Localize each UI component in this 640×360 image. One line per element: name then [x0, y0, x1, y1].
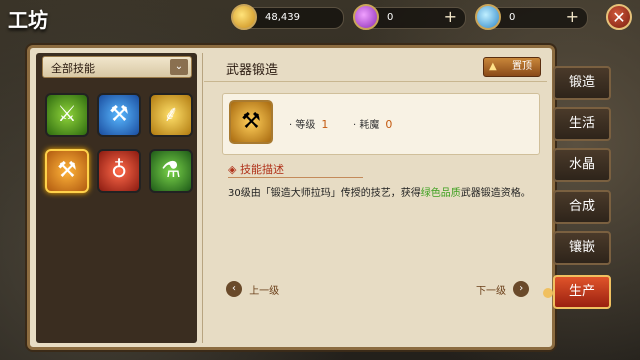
- level-label: 等级: [295, 120, 316, 131]
- gold-value: 48,439: [265, 12, 300, 23]
- skill-hammer[interactable]: ⚒: [97, 93, 141, 137]
- anvil-icon: ⚒: [229, 100, 273, 144]
- crystal-icon: [475, 4, 501, 30]
- quality-highlight: 绿色品质: [420, 188, 461, 199]
- pin-label: 置顶: [512, 61, 532, 72]
- gold-coin-icon: [231, 4, 257, 30]
- next-level-button[interactable]: 下一级 ›: [472, 281, 530, 297]
- skill-gem-ring[interactable]: ♁: [97, 149, 141, 193]
- arrow-up-icon: ▲: [489, 61, 497, 72]
- crystal-counter: 0 +: [475, 4, 588, 30]
- level-stat: · 等级 1: [289, 118, 329, 131]
- tab-inlay[interactable]: 镶嵌: [553, 231, 611, 265]
- skill-anvil[interactable]: ⚒: [45, 149, 89, 193]
- description-underline: [228, 177, 363, 178]
- gem-value: 0: [387, 12, 394, 23]
- crystal-value: 0: [509, 12, 516, 23]
- axe-icon: ⚔: [57, 102, 77, 127]
- hammer-icon: ⚒: [109, 102, 129, 127]
- cost-label: 耗魔: [359, 120, 380, 131]
- top-bar: 工坊 48,439 0 + 0 + ✕: [0, 0, 640, 38]
- skill-filter-dropdown[interactable]: 全部技能 ⌄: [42, 56, 192, 78]
- skill-detail-pane: 武器锻造 ▲ 置顶 ⚒ · 等级 1 · 耗魔 0 ◈ 技能描述 30级由「锻造大师…: [204, 53, 547, 343]
- skill-hook[interactable]: ⸙: [149, 93, 193, 137]
- pin-to-top-button[interactable]: ▲ 置顶: [483, 57, 541, 77]
- add-gems-button[interactable]: +: [444, 7, 457, 27]
- tab-forging[interactable]: 锻造: [553, 66, 611, 100]
- chevron-down-icon: ⌄: [170, 59, 188, 75]
- hook-icon: ⸙: [162, 102, 180, 127]
- skill-flask[interactable]: ⚗: [149, 149, 193, 193]
- skill-name: 武器锻造: [226, 63, 279, 78]
- prev-level-button[interactable]: ‹ 上一级: [226, 281, 283, 297]
- active-tab-indicator: [543, 288, 553, 298]
- gem-ring-icon: ♁: [110, 158, 128, 183]
- gold-counter: 48,439: [231, 4, 344, 30]
- skill-description: 30级由「锻造大师拉玛」传授的技艺，获得绿色品质武器锻造资格。: [228, 188, 531, 199]
- detail-header: 武器锻造 ▲ 置顶: [204, 53, 547, 82]
- skill-axe[interactable]: ⚔: [45, 93, 89, 137]
- tab-production[interactable]: 生产: [553, 275, 611, 309]
- level-value: 1: [321, 118, 329, 131]
- flask-icon: ⚗: [161, 158, 181, 183]
- pane-divider: [202, 53, 203, 343]
- cost-stat: · 耗魔 0: [353, 118, 393, 131]
- page-title: 工坊: [8, 8, 48, 32]
- chevron-left-icon: ‹: [226, 281, 242, 297]
- anvil-icon: ⚒: [57, 158, 77, 183]
- tab-life[interactable]: 生活: [553, 107, 611, 141]
- chevron-right-icon: ›: [513, 281, 530, 297]
- workshop-panel: 全部技能 ⌄ ⚔ ⚒ ⸙ ⚒ ♁ ⚗ 武器锻造 ▲ 置顶 ⚒ · 等级 1 · …: [27, 45, 555, 350]
- add-crystals-button[interactable]: +: [566, 7, 579, 27]
- skill-filter-label: 全部技能: [51, 62, 95, 75]
- cost-value: 0: [385, 118, 393, 131]
- gem-counter: 0 +: [353, 4, 466, 30]
- tab-synthesis[interactable]: 合成: [553, 190, 611, 224]
- skill-list-pane: 全部技能 ⌄ ⚔ ⚒ ⸙ ⚒ ♁ ⚗: [36, 53, 197, 343]
- skill-info-card: ⚒ · 等级 1 · 耗魔 0: [222, 93, 540, 155]
- gem-icon: [353, 4, 379, 30]
- close-button[interactable]: ✕: [606, 4, 632, 30]
- description-title: ◈ 技能描述: [228, 163, 284, 176]
- tab-crystal[interactable]: 水晶: [553, 148, 611, 182]
